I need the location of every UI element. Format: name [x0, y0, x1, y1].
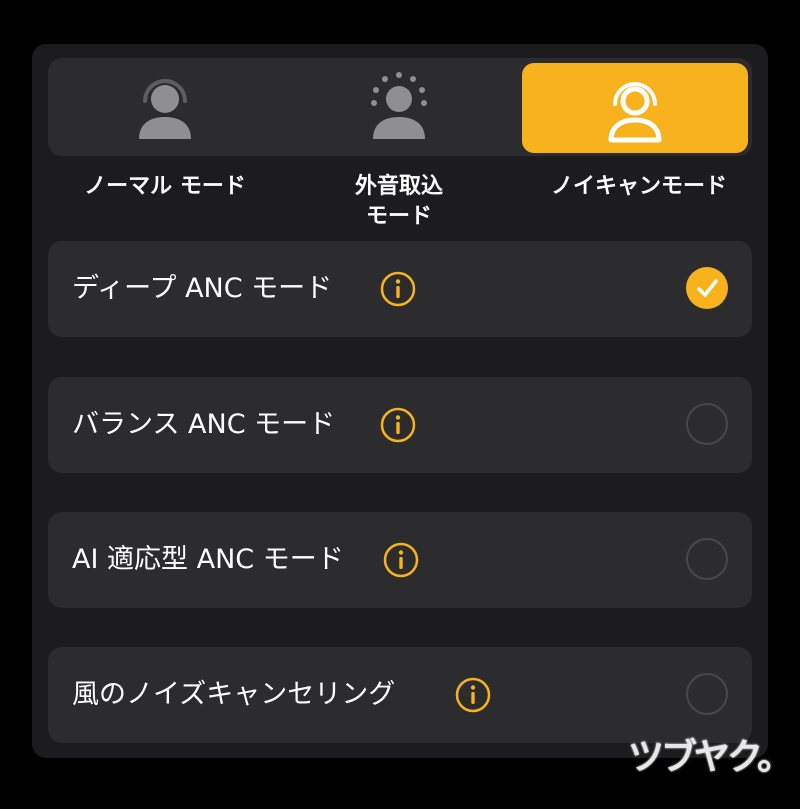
person-normal-icon: [139, 79, 191, 139]
info-icon[interactable]: [455, 677, 491, 713]
mode-ambient-label: 外音取込 モード: [282, 172, 516, 232]
mode-ambient-label-line1: 外音取込: [354, 174, 443, 199]
mode-noise-cancel-label: ノイキャンモード: [550, 174, 727, 199]
person-ambient-icon: [371, 72, 427, 139]
anc-settings-panel: ノーマル モード 外音取込 モード ノイキャンモード ディープ ANC モード …: [32, 44, 768, 758]
option-ai-adaptive-anc-radio[interactable]: [686, 538, 728, 580]
mode-ambient-label-line2: モード: [365, 204, 432, 229]
watermark-logo: ツブヤク。: [628, 737, 793, 778]
person-noise-cancel-icon: [608, 82, 662, 143]
option-balance-anc-radio[interactable]: [686, 403, 728, 445]
info-icon[interactable]: [383, 542, 419, 578]
mode-normal-button[interactable]: [48, 58, 282, 156]
option-ai-adaptive-anc[interactable]: AI 適応型 ANC モード: [48, 512, 752, 608]
mode-noise-cancel-button[interactable]: [522, 63, 748, 153]
option-deep-anc-radio[interactable]: [686, 267, 728, 309]
info-icon[interactable]: [380, 407, 416, 443]
option-balance-anc[interactable]: バランス ANC モード: [48, 377, 752, 473]
mode-segmented-control: [48, 58, 752, 156]
checkmark-icon: [697, 279, 718, 297]
option-wind-noise-cancel-label: 風のノイズキャンセリング: [72, 679, 396, 710]
info-icon[interactable]: [380, 271, 416, 307]
option-balance-anc-label: バランス ANC モード: [72, 409, 336, 440]
mode-normal-label: ノーマル モード: [84, 174, 246, 199]
mode-ambient-button[interactable]: [282, 58, 516, 156]
option-deep-anc[interactable]: ディープ ANC モード: [48, 241, 752, 337]
option-wind-noise-cancel-radio[interactable]: [686, 673, 728, 715]
option-ai-adaptive-anc-label: AI 適応型 ANC モード: [72, 544, 344, 575]
option-wind-noise-cancel[interactable]: 風のノイズキャンセリング: [48, 647, 752, 743]
option-deep-anc-label: ディープ ANC モード: [72, 273, 333, 304]
